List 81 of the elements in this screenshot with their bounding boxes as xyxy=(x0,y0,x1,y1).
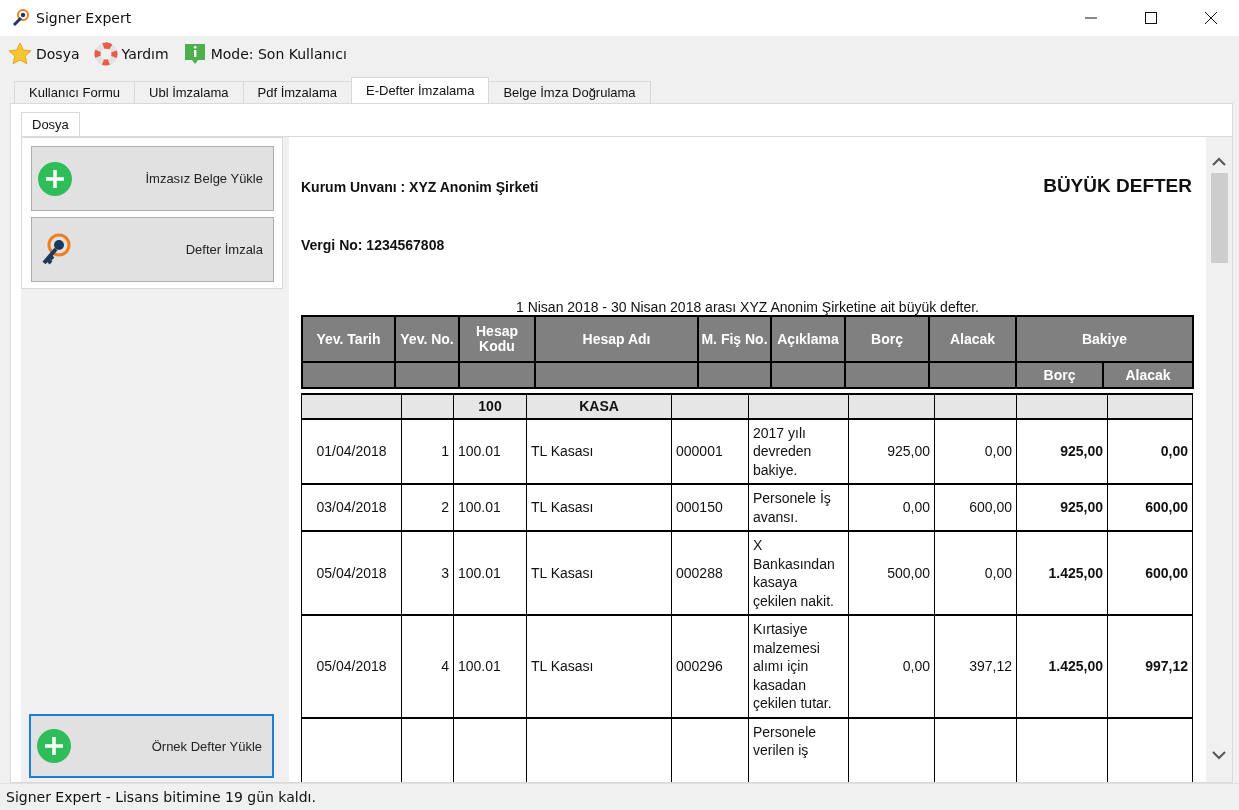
description-cell: Kırtasiye malzemesi alımı için kasadan çekilen tutar. xyxy=(748,615,849,718)
voucher-cell: 000296 xyxy=(671,615,749,718)
account-code-cell: 100.01 xyxy=(453,418,527,484)
column-header: Borç xyxy=(1016,362,1103,388)
balance-credit-cell: 0,00 xyxy=(1107,418,1193,484)
column-header: M. Fiş No. xyxy=(698,316,771,362)
balance-credit-cell: 997,12 xyxy=(1107,615,1193,718)
debit-cell: 500,00 xyxy=(848,531,935,615)
company-name: Kurum Unvanı : XYZ Anonim Şirketi xyxy=(301,179,539,195)
tab[interactable]: Belge İmza Doğrulama xyxy=(488,81,651,103)
scrollbar-thumb[interactable] xyxy=(1210,173,1228,263)
action-button[interactable]: Örnek Defter Yükle xyxy=(29,714,274,778)
group-code-cell: 100 xyxy=(453,394,527,419)
description-cell: 2017 yılı devreden bakiye. xyxy=(748,418,849,484)
info-icon xyxy=(182,42,207,66)
column-header: Borç xyxy=(845,316,929,362)
action-button[interactable]: Defter İmzala xyxy=(31,217,274,282)
column-header: Alacak xyxy=(1103,362,1193,388)
balance-credit-cell: 600,00 xyxy=(1107,531,1193,615)
credit-cell: 0,00 xyxy=(934,531,1017,615)
date-cell: 01/04/2018 xyxy=(301,418,402,484)
debit-cell: 0,00 xyxy=(848,484,935,531)
number-cell: 1 xyxy=(401,418,454,484)
number-cell: 4 xyxy=(401,615,454,718)
voucher-cell: 000150 xyxy=(671,484,749,531)
maximize-icon[interactable] xyxy=(1145,12,1157,24)
account-name-cell: TL Kasası xyxy=(526,418,672,484)
credit-cell: 600,00 xyxy=(934,484,1017,531)
debit-cell: 0,00 xyxy=(848,615,935,718)
balance-debit-cell: 925,00 xyxy=(1016,484,1108,531)
description-cell: Personele İş avansı. xyxy=(748,484,849,531)
menu-item[interactable]: Mode: Son Kullanıcı xyxy=(182,42,347,66)
document-title: BÜYÜK DEFTER xyxy=(1043,175,1193,197)
balance-debit-cell: 925,00 xyxy=(1016,418,1108,484)
description-cell: Personele verilen iş xyxy=(748,717,849,782)
window-title: Signer Expert xyxy=(36,10,132,26)
account-code-cell: 100.01 xyxy=(453,484,527,531)
debit-cell: 925,00 xyxy=(848,418,935,484)
column-header: Açıklama xyxy=(771,316,845,362)
description-cell: X Bankasından kasaya çekilen nakit. xyxy=(748,531,849,615)
scroll-down-icon[interactable] xyxy=(1212,750,1226,760)
column-header: Alacak xyxy=(929,316,1016,362)
action-button[interactable]: İmzasız Belge Yükle xyxy=(31,146,274,211)
voucher-cell: 000001 xyxy=(671,418,749,484)
account-name-cell: TL Kasası xyxy=(526,531,672,615)
column-header: Yev. No. xyxy=(395,316,459,362)
tab[interactable]: E-Defter İmzalama xyxy=(351,77,490,103)
column-header: Bakiye xyxy=(1016,316,1193,362)
date-cell: 05/04/2018 xyxy=(301,531,402,615)
column-header: Hesap Adı xyxy=(535,316,698,362)
account-code-cell: 100.01 xyxy=(453,615,527,718)
account-code-cell: 100.01 xyxy=(453,531,527,615)
date-cell: 03/04/2018 xyxy=(301,484,402,531)
plus-icon xyxy=(37,729,71,763)
column-header: Hesap Kodu xyxy=(459,316,535,362)
table-caption: 1 Nisan 2018 - 30 Nisan 2018 arası XYZ Anonim Şirketine ait büyük defter. xyxy=(514,299,980,315)
tab[interactable]: Kullanıcı Formu xyxy=(14,81,136,103)
star-icon xyxy=(8,42,32,66)
number-cell: 2 xyxy=(401,484,454,531)
balance-credit-cell: 600,00 xyxy=(1107,484,1193,531)
balance-debit-cell: 1.425,00 xyxy=(1016,615,1108,718)
column-header: Yev. Tarih xyxy=(302,316,395,362)
balance-debit-cell: 1.425,00 xyxy=(1016,531,1108,615)
tax-number: Vergi No: 1234567808 xyxy=(301,237,446,253)
account-name-cell: TL Kasası xyxy=(526,615,672,718)
close-icon[interactable] xyxy=(1205,12,1217,24)
lifebuoy-icon xyxy=(93,42,118,66)
date-cell: 05/04/2018 xyxy=(301,615,402,718)
account-name-cell: TL Kasası xyxy=(526,484,672,531)
tab[interactable]: Dosya xyxy=(21,112,80,136)
scroll-up-icon[interactable] xyxy=(1212,157,1226,167)
menu-item[interactable]: Yardım xyxy=(93,42,169,66)
group-name-cell: KASA xyxy=(526,394,672,419)
plus-icon xyxy=(38,161,72,196)
voucher-cell: 000288 xyxy=(671,531,749,615)
credit-cell: 0,00 xyxy=(934,418,1017,484)
menu-item[interactable]: Dosya xyxy=(8,42,80,66)
app-key-icon xyxy=(12,9,30,27)
status-text: Signer Expert - Lisans bitimine 19 gün kaldı. xyxy=(6,789,316,805)
credit-cell: 397,12 xyxy=(934,615,1017,718)
number-cell: 3 xyxy=(401,531,454,615)
